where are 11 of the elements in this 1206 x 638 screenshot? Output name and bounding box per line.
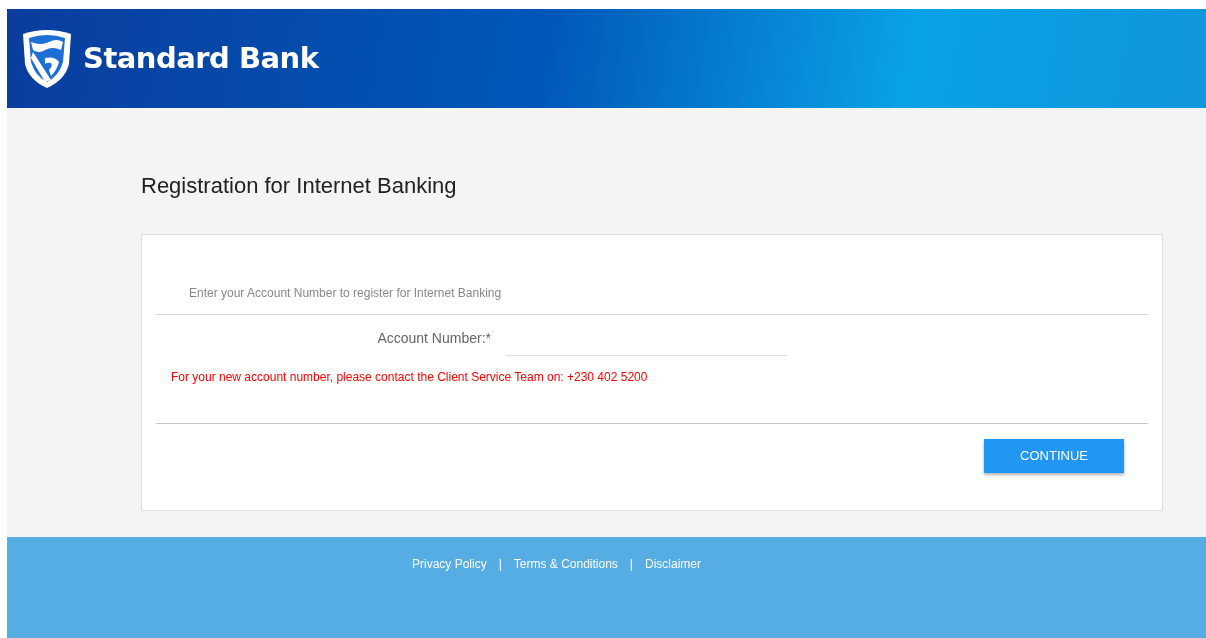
field-label: Account Number:* (376, 329, 491, 348)
footer-link[interactable]: Disclaimer (645, 555, 701, 571)
page-title: Registration for Internet Banking (141, 172, 458, 199)
continue-button[interactable]: CONTINUE (984, 439, 1124, 473)
footer-link[interactable]: Terms & Conditions (513, 555, 618, 571)
footer-link[interactable]: Privacy Policy (412, 555, 487, 571)
instruction-text: Enter your Account Number to register for Internet Banking (188, 285, 503, 302)
link-separator: | (629, 556, 633, 571)
brand-name: Standard Bank (83, 39, 319, 77)
contact-notice: For your new account number, please contact the Client Service Team on: +230 402 5200 (170, 369, 649, 386)
link-separator: | (498, 556, 502, 571)
